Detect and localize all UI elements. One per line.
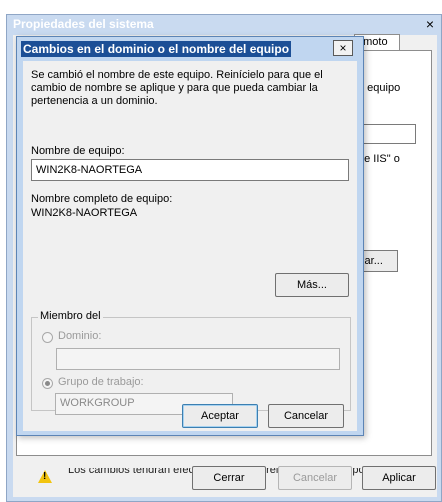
computer-name-input[interactable] (31, 159, 349, 181)
domain-label: Dominio: (58, 330, 102, 342)
ok-button[interactable]: Aceptar (182, 404, 258, 428)
close-button[interactable]: Cerrar (192, 466, 266, 490)
cancel-button[interactable]: Cancelar (268, 404, 344, 428)
full-name-value: WIN2K8-NAORTEGA (31, 207, 138, 219)
computer-name-dialog: Cambios en el dominio o el nombre del eq… (16, 36, 364, 436)
close-icon[interactable]: × (333, 40, 353, 56)
domain-input[interactable] (56, 348, 340, 370)
background-input[interactable] (358, 124, 416, 144)
background-text: u equipo (358, 82, 401, 94)
close-icon[interactable]: × (421, 16, 439, 32)
background-text: de IIS" o (358, 153, 400, 165)
computer-name-label: Nombre de equipo: (31, 145, 125, 157)
window-title: Propiedades del sistema (13, 17, 154, 31)
apply-button[interactable]: Aplicar (362, 466, 436, 490)
member-of-legend: Miembro del (38, 310, 103, 322)
more-button[interactable]: Más... (275, 273, 349, 297)
dialog-titlebar: Cambios en el dominio o el nombre del eq… (17, 37, 363, 59)
domain-radio[interactable] (42, 332, 53, 343)
dialog-body: Se cambió el nombre de este equipo. Rein… (23, 61, 357, 431)
workgroup-label: Grupo de trabajo: (58, 376, 144, 388)
restart-message: Se cambió el nombre de este equipo. Rein… (31, 69, 323, 107)
dialog-title: Cambios en el dominio o el nombre del eq… (21, 41, 292, 57)
cancel-button-outer[interactable]: Cancelar (278, 466, 352, 490)
full-name-label: Nombre completo de equipo: (31, 193, 173, 205)
workgroup-radio[interactable] (42, 378, 53, 389)
